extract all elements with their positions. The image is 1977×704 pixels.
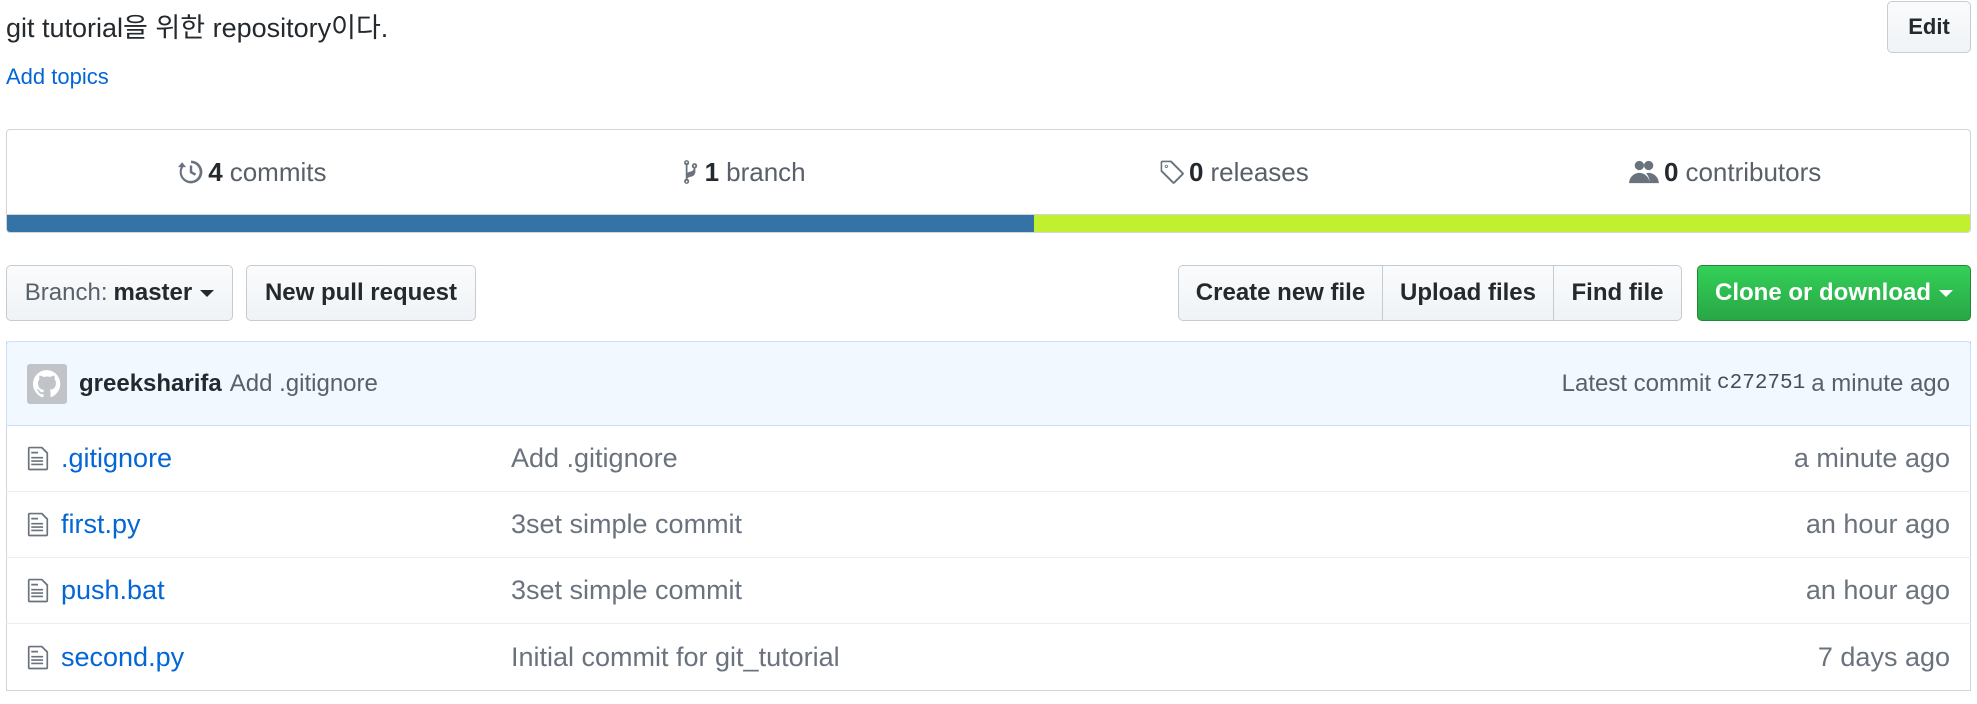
- file-actions-group: Create new file Upload files Find file: [1178, 265, 1682, 321]
- edit-button[interactable]: Edit: [1887, 1, 1971, 53]
- file-commit-message[interactable]: 3set simple commit: [511, 509, 742, 539]
- file-commit-message[interactable]: Initial commit for git_tutorial: [511, 642, 840, 672]
- caret-down-icon: [1939, 289, 1953, 297]
- find-file-button[interactable]: Find file: [1553, 265, 1682, 321]
- language-bar-segment-2: [1033, 215, 1970, 232]
- file-age: 7 days ago: [1817, 641, 1950, 672]
- table-row: first.py 3set simple commit an hour ago: [6, 492, 1971, 558]
- file-name-link[interactable]: push.bat: [61, 575, 511, 606]
- upload-files-button[interactable]: Upload files: [1382, 265, 1554, 321]
- commit-message[interactable]: Add .gitignore: [230, 370, 378, 398]
- language-bar[interactable]: [7, 214, 1970, 232]
- file-age: an hour ago: [1805, 509, 1950, 539]
- file-icon: [27, 645, 49, 669]
- file-name-link[interactable]: second.py: [61, 642, 511, 673]
- commits-count: 4: [208, 156, 223, 187]
- file-name-link[interactable]: .gitignore: [61, 443, 511, 474]
- people-icon: [1629, 160, 1659, 184]
- latest-commit-bar: greeksharifa Add .gitignore Latest commi…: [6, 341, 1971, 426]
- table-row: second.py Initial commit for git_tutoria…: [6, 624, 1971, 690]
- file-icon: [27, 578, 49, 603]
- clone-label: Clone or download: [1715, 279, 1931, 306]
- history-icon: [178, 160, 203, 184]
- avatar[interactable]: [27, 363, 67, 404]
- tag-icon: [1160, 160, 1184, 184]
- commit-sha[interactable]: c272751: [1717, 372, 1805, 395]
- commit-author[interactable]: greeksharifa: [79, 370, 222, 398]
- add-topics-link[interactable]: Add topics: [6, 64, 109, 90]
- table-row: push.bat 3set simple commit an hour ago: [6, 558, 1971, 624]
- branch-select-button[interactable]: Branch: master: [6, 265, 233, 321]
- branch-icon: [683, 160, 697, 184]
- file-age: an hour ago: [1805, 575, 1950, 605]
- releases-label: releases: [1210, 156, 1309, 187]
- branch-name: master: [113, 279, 193, 306]
- branch-prefix: Branch:: [24, 279, 108, 306]
- commits-link[interactable]: 4 commits: [7, 130, 498, 214]
- repo-description: git tutorial을 위한 repository이다.: [6, 13, 389, 43]
- file-commit-message[interactable]: 3set simple commit: [511, 575, 742, 605]
- contributors-label: contributors: [1685, 156, 1822, 187]
- file-icon: [27, 446, 49, 471]
- create-new-file-button[interactable]: Create new file: [1178, 265, 1383, 321]
- branches-label: branch: [726, 156, 806, 187]
- new-pull-request-button[interactable]: New pull request: [246, 265, 476, 321]
- language-bar-segment-1: [7, 215, 1034, 232]
- numbers-summary: 4 commits 1 branch 0 releases 0 contribu…: [6, 129, 1971, 233]
- file-name-link[interactable]: first.py: [61, 509, 511, 540]
- table-row: .gitignore Add .gitignore a minute ago: [6, 426, 1971, 492]
- releases-link[interactable]: 0 releases: [989, 130, 1480, 214]
- branches-count: 1: [704, 156, 720, 187]
- caret-down-icon: [200, 289, 215, 297]
- github-avatar-icon: [33, 369, 61, 397]
- releases-count: 0: [1189, 156, 1204, 187]
- branches-link[interactable]: 1 branch: [498, 130, 989, 214]
- file-age: a minute ago: [1793, 443, 1950, 473]
- file-commit-message[interactable]: Add .gitignore: [511, 443, 678, 473]
- file-icon: [27, 512, 49, 537]
- commit-age: a minute ago: [1811, 369, 1950, 397]
- commits-label: commits: [229, 156, 327, 187]
- contributors-count: 0: [1663, 156, 1679, 187]
- latest-commit-label: Latest commit: [1561, 369, 1712, 397]
- clone-or-download-button[interactable]: Clone or download: [1697, 265, 1971, 321]
- contributors-link[interactable]: 0 contributors: [1479, 130, 1970, 214]
